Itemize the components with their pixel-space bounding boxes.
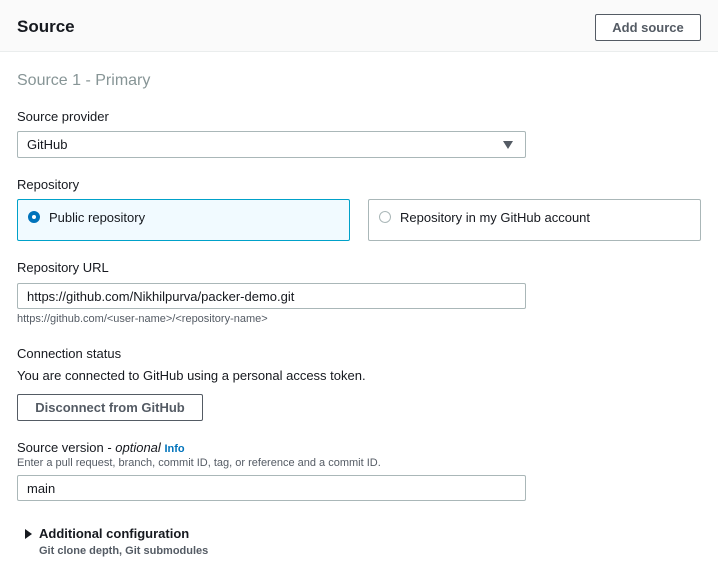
disconnect-github-button[interactable]: Disconnect from GitHub: [17, 394, 203, 421]
source-version-label: Source version - optional Info: [17, 440, 185, 457]
connection-status-label: Connection status: [17, 346, 122, 361]
github-account-repository-label: Repository in my GitHub account: [400, 210, 591, 225]
page-title: Source: [17, 17, 75, 36]
repository-url-hint: https://github.com/<user-name>/<reposito…: [17, 313, 268, 325]
radio-selected-icon[interactable]: [28, 211, 40, 223]
public-repository-tile[interactable]: Public repository: [17, 199, 350, 241]
repository-url-label: Repository URL: [17, 260, 109, 275]
additional-configuration-sublabel: Git clone depth, Git submodules: [39, 545, 209, 557]
repository-url-value: https://github.com/Nikhilpurva/packer-de…: [27, 289, 295, 304]
source-provider-value: GitHub: [27, 137, 68, 152]
repository-url-input[interactable]: https://github.com/Nikhilpurva/packer-de…: [17, 283, 526, 309]
source-version-input[interactable]: main: [17, 475, 526, 501]
source-version-label-text: Source version -: [17, 440, 116, 455]
section-heading: Source 1 - Primary: [17, 72, 151, 89]
public-repository-label: Public repository: [49, 210, 146, 225]
optional-text: optional: [115, 440, 161, 455]
source-provider-label: Source provider: [17, 109, 109, 124]
radio-unselected-icon[interactable]: [379, 211, 391, 223]
connection-status-text: You are connected to GitHub using a pers…: [17, 368, 366, 383]
source-version-value: main: [27, 481, 56, 496]
source-panel-header: Source Add source: [0, 0, 718, 52]
caret-down-icon: [503, 141, 513, 149]
info-link[interactable]: Info: [164, 443, 184, 455]
github-account-repository-tile[interactable]: Repository in my GitHub account: [368, 199, 701, 241]
source-version-hint: Enter a pull request, branch, commit ID,…: [17, 457, 381, 469]
additional-configuration-toggle[interactable]: Additional configuration: [25, 526, 325, 542]
add-source-button[interactable]: Add source: [595, 14, 701, 41]
additional-configuration-label: Additional configuration: [39, 526, 190, 541]
repository-label: Repository: [17, 177, 80, 192]
source-provider-select[interactable]: GitHub: [17, 131, 526, 158]
caret-right-icon: [25, 529, 32, 539]
